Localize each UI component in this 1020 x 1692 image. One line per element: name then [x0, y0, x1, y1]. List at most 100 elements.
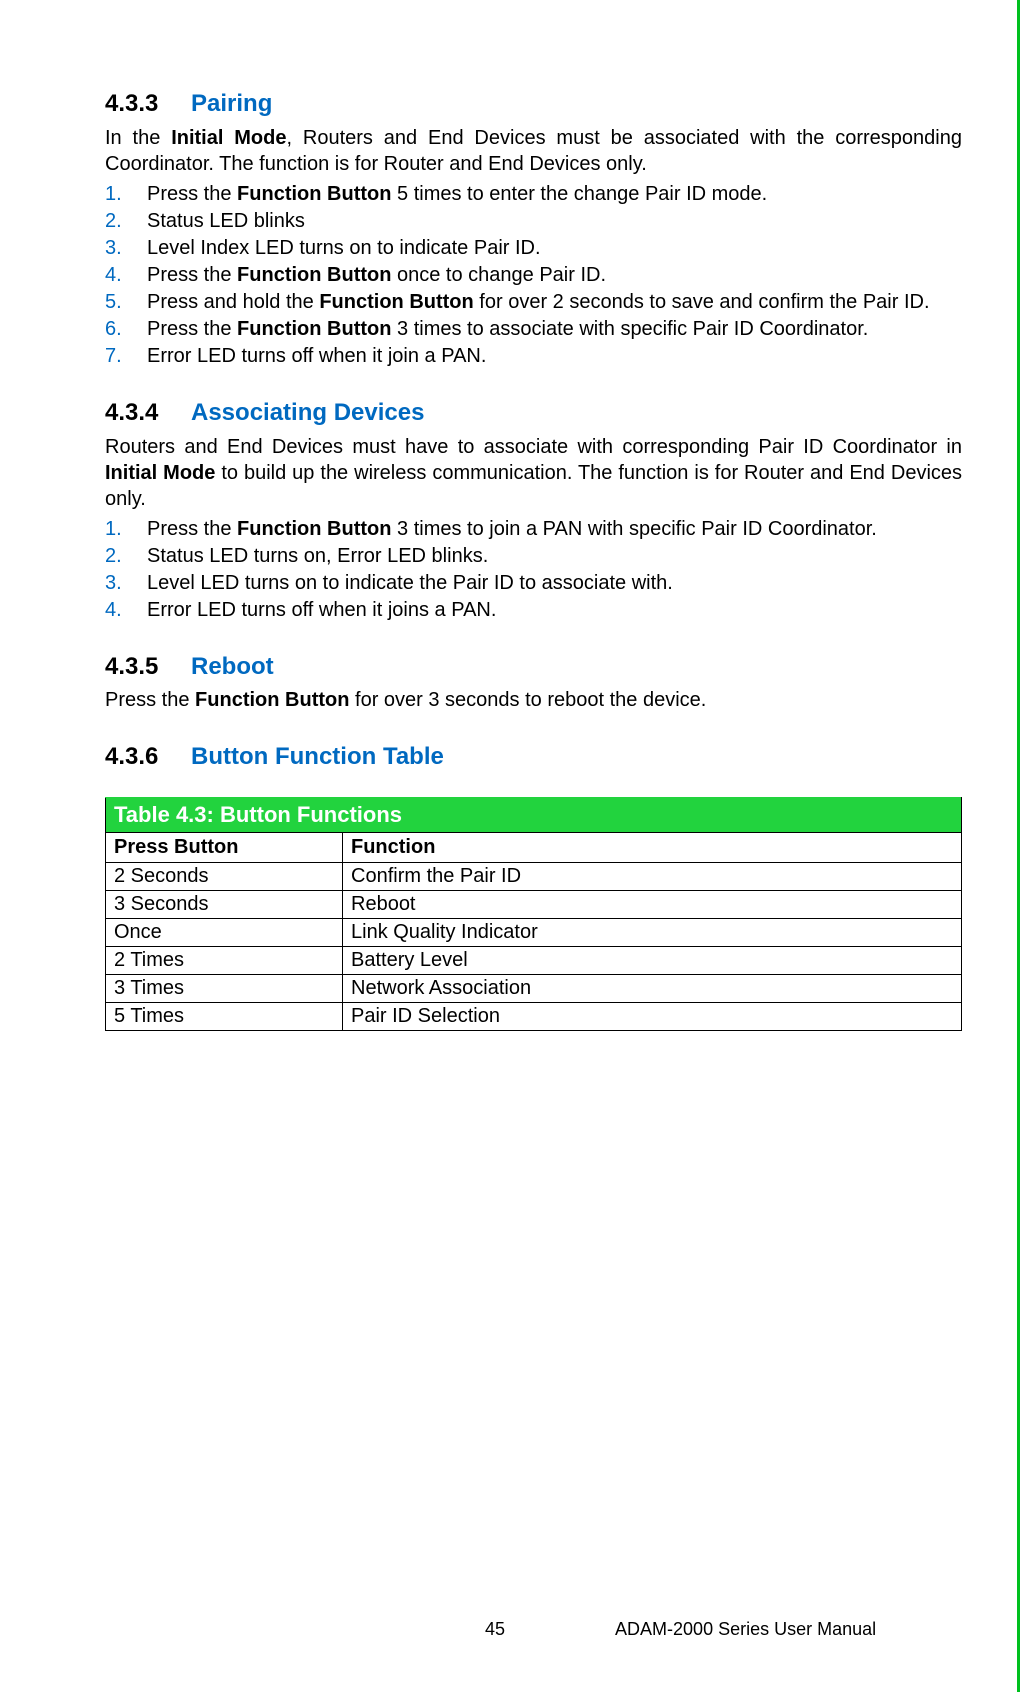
table-title-row: Table 4.3: Button Functions	[106, 798, 962, 833]
section-435-text: Press the Function Button for over 3 sec…	[105, 687, 962, 713]
list-item: 2.Status LED blinks	[105, 208, 962, 234]
list-item: 1.Press the Function Button 5 times to e…	[105, 181, 962, 207]
text: Press and hold the	[147, 291, 319, 313]
text-bold: Initial Mode	[105, 462, 215, 484]
table-title: Table 4.3: Button Functions	[106, 798, 962, 833]
text-bold: Function Button	[237, 264, 391, 286]
section-433-header: 4.3.3 Pairing	[200, 90, 962, 119]
text-bold: Function Button	[237, 318, 391, 340]
cell-function: Battery Level	[343, 947, 962, 975]
item-number: 7.	[105, 343, 147, 369]
table-row: 3 TimesNetwork Association	[106, 975, 962, 1003]
table-row: 2 SecondsConfirm the Pair ID	[106, 863, 962, 891]
item-number: 3.	[105, 235, 147, 261]
text: Level Index LED turns on to indicate Pai…	[147, 237, 541, 259]
text: Error LED turns off when it joins a PAN.	[147, 599, 496, 621]
item-number: 5.	[105, 289, 147, 315]
text: 3 times to associate with specific Pair …	[391, 318, 868, 340]
cell-function: Network Association	[343, 975, 962, 1003]
item-text: Error LED turns off when it join a PAN.	[147, 343, 962, 369]
text: Status LED turns on, Error LED blinks.	[147, 545, 488, 567]
section-title: Reboot	[191, 653, 274, 682]
text: for over 3 seconds to reboot the device.	[349, 689, 706, 711]
section-434-intro: Routers and End Devices must have to ass…	[105, 434, 962, 512]
text: Press the	[105, 689, 195, 711]
text: to build up the wireless communication. …	[105, 462, 962, 510]
section-title: Pairing	[191, 90, 272, 119]
text: In the	[105, 127, 171, 149]
text: Press the	[147, 183, 237, 205]
section-433-list: 1.Press the Function Button 5 times to e…	[105, 181, 962, 369]
button-functions-table: Table 4.3: Button Functions Press Button…	[105, 797, 962, 1031]
list-item: 3.Level LED turns on to indicate the Pai…	[105, 570, 962, 596]
item-text: Status LED turns on, Error LED blinks.	[147, 543, 962, 569]
text: Press the	[147, 518, 237, 540]
text-bold: Initial Mode	[171, 127, 286, 149]
list-item: 3.Level Index LED turns on to indicate P…	[105, 235, 962, 261]
text: 3 times to join a PAN with specific Pair…	[391, 518, 876, 540]
page-number: 45	[485, 1619, 505, 1640]
section-number: 4.3.3	[105, 90, 191, 119]
item-text: Press the Function Button 3 times to ass…	[147, 316, 962, 342]
cell-press-button: 3 Times	[106, 975, 343, 1003]
section-title: Button Function Table	[191, 743, 444, 772]
cell-press-button: 3 Seconds	[106, 891, 343, 919]
table-row: 5 TimesPair ID Selection	[106, 1003, 962, 1031]
section-436-header: 4.3.6 Button Function Table	[200, 743, 962, 772]
item-number: 1.	[105, 516, 147, 542]
text: once to change Pair ID.	[391, 264, 606, 286]
list-item: 6.Press the Function Button 3 times to a…	[105, 316, 962, 342]
table-container: Table 4.3: Button Functions Press Button…	[105, 797, 962, 1031]
cell-function: Reboot	[343, 891, 962, 919]
text: Error LED turns off when it join a PAN.	[147, 345, 486, 367]
cell-press-button: 5 Times	[106, 1003, 343, 1031]
page-footer: 45 ADAM-2000 Series User Manual	[0, 1619, 1020, 1640]
section-title: Associating Devices	[191, 399, 424, 428]
list-item: 4.Press the Function Button once to chan…	[105, 262, 962, 288]
list-item: 4.Error LED turns off when it joins a PA…	[105, 597, 962, 623]
text-bold: Function Button	[195, 689, 349, 711]
table-row: 3 SecondsReboot	[106, 891, 962, 919]
item-text: Press the Function Button 3 times to joi…	[147, 516, 962, 542]
cell-press-button: 2 Times	[106, 947, 343, 975]
text-bold: Function Button	[237, 518, 391, 540]
item-text: Press the Function Button 5 times to ent…	[147, 181, 962, 207]
section-435-header: 4.3.5 Reboot	[200, 653, 962, 682]
column-header-function: Function	[343, 833, 962, 863]
cell-function: Pair ID Selection	[343, 1003, 962, 1031]
text-bold: Function Button	[319, 291, 473, 313]
item-text: Error LED turns off when it joins a PAN.	[147, 597, 962, 623]
page-container: 4.3.3 Pairing In the Initial Mode, Route…	[0, 0, 1020, 1692]
item-text: Level LED turns on to indicate the Pair …	[147, 570, 962, 596]
item-number: 4.	[105, 262, 147, 288]
column-header-press: Press Button	[106, 833, 343, 863]
item-number: 4.	[105, 597, 147, 623]
list-item: 2.Status LED turns on, Error LED blinks.	[105, 543, 962, 569]
table-row: 2 TimesBattery Level	[106, 947, 962, 975]
section-number: 4.3.5	[105, 653, 191, 682]
list-item: 7.Error LED turns off when it join a PAN…	[105, 343, 962, 369]
text: Press the	[147, 264, 237, 286]
list-item: 5.Press and hold the Function Button for…	[105, 289, 962, 315]
section-434-header: 4.3.4 Associating Devices	[200, 399, 962, 428]
cell-function: Link Quality Indicator	[343, 919, 962, 947]
doc-title: ADAM-2000 Series User Manual	[615, 1619, 876, 1640]
item-number: 2.	[105, 543, 147, 569]
cell-function: Confirm the Pair ID	[343, 863, 962, 891]
text: Press the	[147, 318, 237, 340]
cell-press-button: 2 Seconds	[106, 863, 343, 891]
item-number: 3.	[105, 570, 147, 596]
text: Routers and End Devices must have to ass…	[105, 436, 962, 458]
table-header-row: Press Button Function	[106, 833, 962, 863]
text: Level LED turns on to indicate the Pair …	[147, 572, 673, 594]
section-434-list: 1.Press the Function Button 3 times to j…	[105, 516, 962, 623]
text-bold: Function Button	[237, 183, 391, 205]
content-area: 4.3.3 Pairing In the Initial Mode, Route…	[0, 90, 1017, 1031]
section-number: 4.3.4	[105, 399, 191, 428]
item-number: 2.	[105, 208, 147, 234]
text: for over 2 seconds to save and confirm t…	[474, 291, 930, 313]
table-row: OnceLink Quality Indicator	[106, 919, 962, 947]
item-text: Status LED blinks	[147, 208, 962, 234]
list-item: 1.Press the Function Button 3 times to j…	[105, 516, 962, 542]
section-number: 4.3.6	[105, 743, 191, 772]
